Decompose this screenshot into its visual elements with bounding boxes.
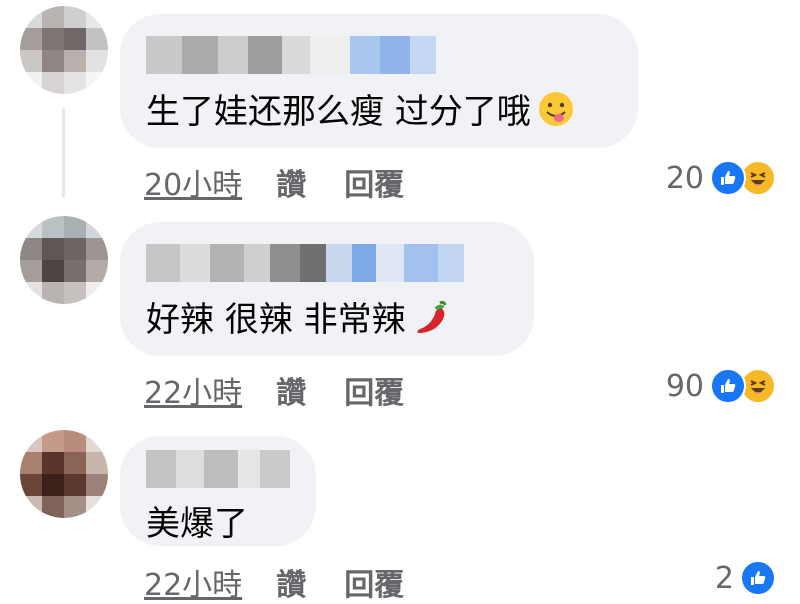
comment-bubble: 生了娃还那么瘦 过分了哦 [120,14,638,148]
comment-text: 好辣 很辣 非常辣 [146,292,508,341]
comment-actions: 22小時 讚 回覆 [144,560,404,604]
thread-line [62,108,65,198]
like-button[interactable]: 讚 [276,560,306,604]
reaction-summary[interactable]: 20 [666,160,776,196]
timestamp-link[interactable]: 22小時 [144,368,242,412]
reaction-count: 90 [665,368,704,404]
comment-text: 生了娃还那么瘦 过分了哦 [146,84,612,133]
face-with-tongue-emoji-icon [538,91,573,126]
comment-bubble: 好辣 很辣 非常辣 [120,222,534,356]
commenter-name-blurred[interactable] [146,36,612,74]
hot-pepper-emoji-icon [416,300,447,333]
reply-button[interactable]: 回覆 [344,160,404,204]
comment-text-value: 美爆了 [146,504,248,544]
like-reaction-icon [710,160,746,196]
like-button[interactable]: 讚 [276,160,306,204]
like-reaction-icon [710,368,746,404]
comment-actions: 22小時 讚 回覆 [144,368,404,412]
timestamp-link[interactable]: 20小時 [144,160,242,204]
like-button[interactable]: 讚 [276,368,306,412]
avatar[interactable] [20,6,108,94]
comment-text-value: 好辣 很辣 非常辣 [146,300,406,340]
avatar[interactable] [20,216,108,304]
like-reaction-icon [740,560,776,596]
timestamp-link[interactable]: 22小時 [144,560,242,604]
reaction-count: 20 [665,160,704,196]
commenter-name-blurred[interactable] [146,244,508,282]
reply-button[interactable]: 回覆 [344,368,404,412]
commenter-name-blurred[interactable] [146,450,290,488]
comment-text: 美爆了 [146,496,290,545]
comment-text-value: 生了娃还那么瘦 过分了哦 [146,92,531,132]
reaction-summary[interactable]: 2 [715,560,776,596]
comment-actions: 20小時 讚 回覆 [144,160,404,204]
reply-button[interactable]: 回覆 [344,560,404,604]
reaction-summary[interactable]: 90 [666,368,776,404]
avatar[interactable] [20,430,108,518]
reaction-count: 2 [714,560,734,596]
comment-bubble: 美爆了 [120,436,316,546]
